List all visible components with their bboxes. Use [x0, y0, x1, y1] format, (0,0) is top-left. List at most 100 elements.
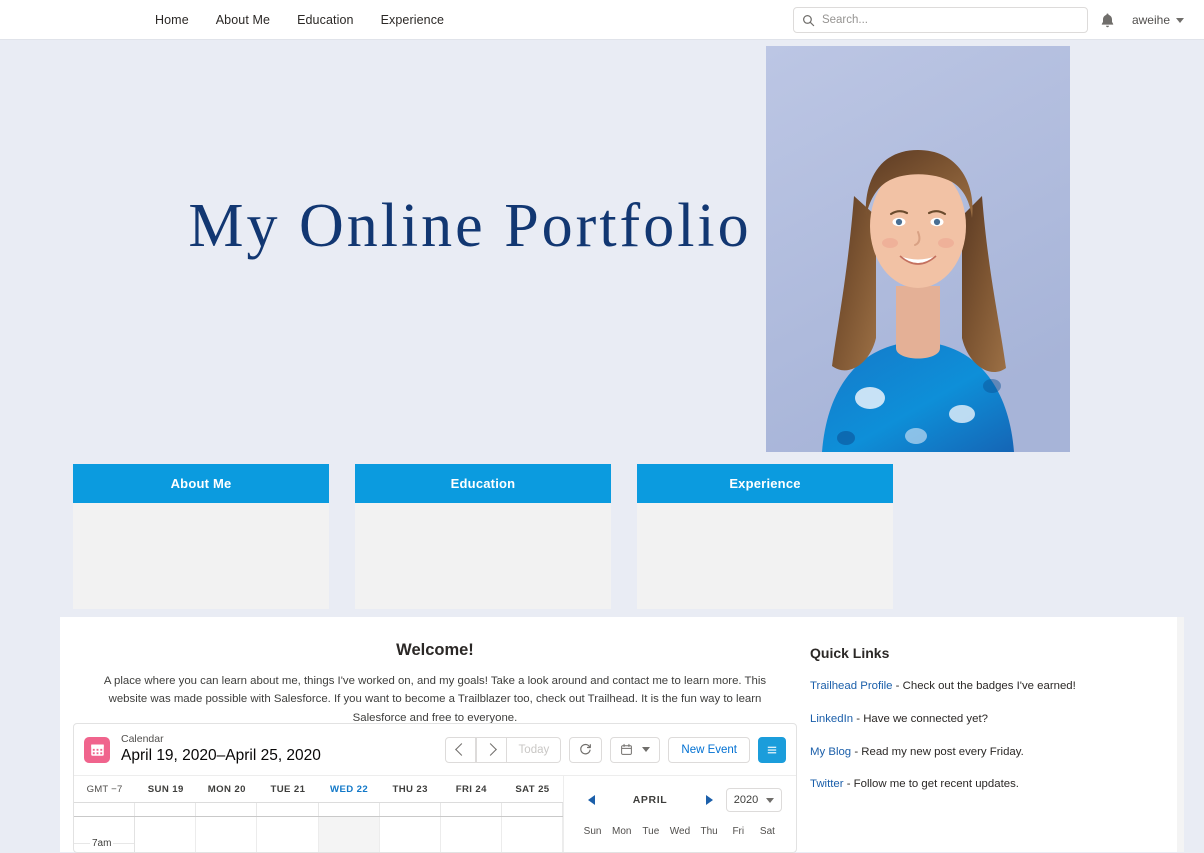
welcome-column: Welcome! A place where you can learn abo…: [60, 617, 810, 853]
mini-calendar-year-select[interactable]: 2020: [726, 788, 782, 812]
calendar-day-header-thu[interactable]: THU 23: [380, 784, 441, 795]
card-title: Education: [355, 464, 611, 503]
time-slot-cell[interactable]: [502, 817, 563, 852]
welcome-paragraph: A place where you can learn about me, th…: [103, 675, 767, 724]
calendar-next-button[interactable]: [476, 736, 508, 763]
calendar-nav-group: Today: [445, 736, 562, 763]
calendar-actions: Today New Event: [445, 736, 786, 763]
calendar-kicker: Calendar: [121, 733, 164, 746]
card-experience[interactable]: Experience: [637, 464, 893, 609]
quick-link-item: Trailhead Profile - Check out the badges…: [810, 679, 1164, 694]
mini-calendar-prev-button[interactable]: [578, 790, 604, 810]
quick-links-column: Quick Links Trailhead Profile - Check ou…: [810, 617, 1184, 852]
calendar-timezone-label: GMT −7: [86, 783, 123, 795]
refresh-icon: [580, 743, 592, 755]
bell-icon: [1102, 12, 1114, 27]
nav-item-experience[interactable]: Experience: [381, 13, 445, 27]
mini-weekday-thu: Thu: [700, 826, 718, 837]
quick-link-item: Twitter - Follow me to get recent update…: [810, 777, 1164, 792]
chevron-down-icon: [642, 747, 651, 752]
time-slot-cell[interactable]: [380, 817, 441, 852]
mini-calendar-month-label: APRIL: [632, 794, 668, 806]
vertical-scrollbar[interactable]: [1177, 617, 1184, 852]
quick-link-description: - Follow me to get recent updates.: [843, 778, 1019, 791]
calendar-refresh-button[interactable]: [569, 736, 603, 763]
all-day-cell[interactable]: [441, 803, 502, 816]
triangle-left-icon: [587, 795, 595, 805]
notifications-button[interactable]: [1088, 0, 1128, 40]
nav-item-home[interactable]: Home: [155, 13, 189, 27]
calendar-widget: Calendar April 19, 2020–April 25, 2020 T…: [73, 723, 797, 853]
user-name-label: aweihe: [1131, 13, 1170, 27]
global-header: Home About Me Education Experience aweih…: [0, 0, 1204, 40]
mini-calendar-year-value: 2020: [733, 794, 759, 806]
search-box[interactable]: [792, 7, 1088, 33]
main-navigation: Home About Me Education Experience: [155, 13, 444, 27]
all-day-cell[interactable]: [319, 803, 380, 816]
time-slot-cell[interactable]: [441, 817, 502, 852]
chevron-down-icon: [766, 797, 775, 803]
portrait-illustration: [766, 46, 1070, 452]
chevron-right-icon: [484, 743, 498, 756]
quick-link-description: - Have we connected yet?: [853, 712, 988, 725]
user-menu[interactable]: aweihe: [1128, 13, 1192, 27]
content-panel: Welcome! A place where you can learn abo…: [60, 617, 1184, 853]
quick-link-description: - Check out the badges I've earned!: [892, 680, 1076, 692]
triangle-right-icon: [705, 795, 713, 805]
hero-section: My Online Portfolio About Me Education E…: [0, 41, 1204, 617]
card-education[interactable]: Education: [355, 464, 611, 609]
all-day-cell[interactable]: [196, 803, 258, 816]
all-day-cell[interactable]: [257, 803, 319, 816]
calendar-header: Calendar April 19, 2020–April 25, 2020 T…: [74, 724, 796, 776]
welcome-heading: Welcome!: [396, 641, 474, 659]
calendar-day-header-wed[interactable]: WED 22: [319, 784, 380, 795]
calendar-day-header-fri[interactable]: FRI 24: [441, 784, 502, 795]
new-event-button[interactable]: New Event: [668, 736, 750, 763]
chevron-left-icon: [455, 743, 469, 756]
time-slot-cell-today[interactable]: [318, 817, 380, 852]
mini-calendar-next-button[interactable]: [696, 790, 722, 810]
all-day-cell[interactable]: [74, 803, 136, 816]
quick-link-my-blog[interactable]: My Blog: [810, 746, 851, 758]
quick-link-twitter[interactable]: Twitter: [810, 778, 844, 790]
calendar-prev-button[interactable]: [445, 736, 477, 763]
nav-item-education[interactable]: Education: [297, 13, 354, 27]
quick-link-item: LinkedIn - Have we connected yet?: [810, 712, 1164, 727]
card-title: About Me: [73, 464, 329, 503]
calendar-day-header-mon[interactable]: MON 20: [196, 784, 257, 795]
card-body: [355, 503, 611, 609]
time-slot-cell[interactable]: [257, 817, 319, 852]
nav-item-about-me[interactable]: About Me: [216, 13, 270, 27]
all-day-cell[interactable]: [502, 803, 563, 816]
calendar-body: GMT −7 SUN 19 MON 20 TUE 21 WED 22 THU 2…: [74, 776, 796, 852]
calendar-day-header-sun[interactable]: SUN 19: [135, 784, 196, 795]
mini-weekday-wed: Wed: [669, 826, 691, 837]
calendar-title-group: Calendar April 19, 2020–April 25, 2020: [121, 733, 321, 765]
all-day-cell[interactable]: [135, 803, 197, 816]
mini-weekday-tue: Tue: [642, 826, 660, 837]
chevron-down-icon: [1176, 17, 1184, 23]
all-day-cell[interactable]: [380, 803, 441, 816]
calendar-hour-label: 7am: [90, 838, 114, 849]
mini-calendar: APRIL 2020 Sun Mon Tue Wed Thu Fri Sat: [564, 776, 796, 852]
calendar-hour-gutter: 7am: [74, 817, 136, 852]
mini-weekday-sun: Sun: [583, 826, 602, 837]
hero-portrait-photo: [766, 46, 1070, 452]
calendar-day-header-tue[interactable]: TUE 21: [257, 784, 318, 795]
header-right-group: aweihe: [792, 0, 1192, 40]
quick-link-linkedin[interactable]: LinkedIn: [810, 713, 853, 725]
calendar-date-range: April 19, 2020–April 25, 2020: [121, 746, 321, 764]
search-input[interactable]: [821, 14, 1079, 26]
calendar-day-header-sat[interactable]: SAT 25: [502, 784, 563, 795]
time-slot-cell[interactable]: [135, 817, 197, 852]
quick-link-trailhead-profile[interactable]: Trailhead Profile: [810, 680, 893, 692]
calendar-view-selector[interactable]: [610, 736, 661, 763]
quick-link-description: - Read my new post every Friday.: [851, 745, 1024, 758]
mini-weekday-fri: Fri: [732, 826, 745, 837]
card-about-me[interactable]: About Me: [73, 464, 329, 609]
mini-weekday-sat: Sat: [759, 826, 775, 837]
calendar-today-button[interactable]: Today: [507, 736, 562, 763]
calendar-all-day-row: [74, 802, 563, 817]
calendar-menu-button[interactable]: [758, 736, 786, 763]
time-slot-cell[interactable]: [196, 817, 258, 852]
